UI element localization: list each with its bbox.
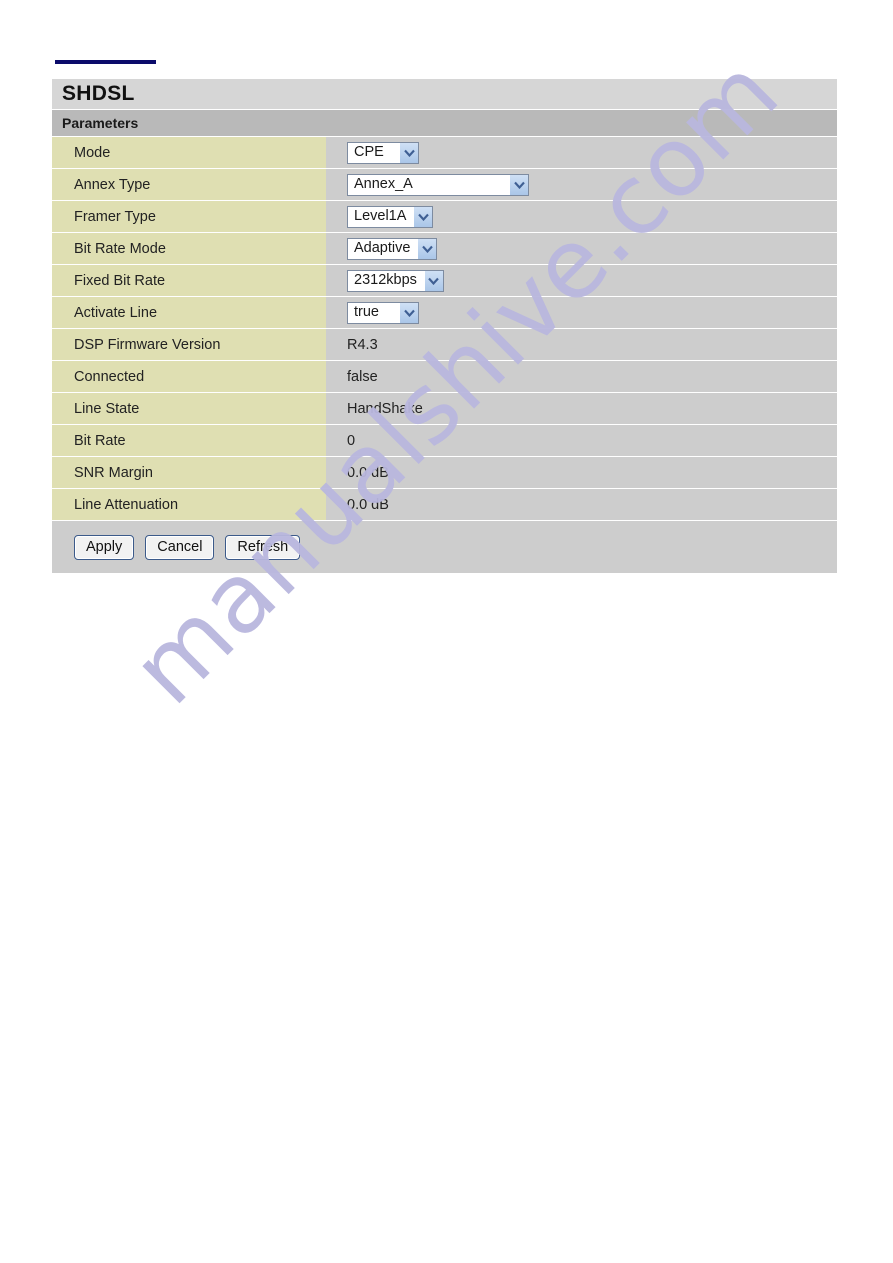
table-row-bit-rate-mode: Bit Rate Mode Adaptive [52,233,837,264]
row-label-line-attenuation: Line Attenuation [52,489,326,520]
shdsl-settings-panel: SHDSL Parameters Mode CPE Annex Type Annex_… [52,79,837,573]
parameters-table: Mode CPE Annex Type Annex_A Framer Type Level… [52,137,837,520]
table-row-fixed-bit-rate: Fixed Bit Rate 2312kbps [52,265,837,296]
row-label-bit-rate-mode: Bit Rate Mode [52,233,326,264]
select-framer-type[interactable]: Level1A [347,205,434,228]
chevron-down-icon[interactable] [509,174,528,195]
page-content: SHDSL Parameters Mode CPE Annex Type Annex_… [0,0,893,1263]
readonly-value-snr-margin: 0.0 dB [347,464,389,481]
table-row-annex-type: Annex Type Annex_A [52,169,837,200]
row-value-fixed-bit-rate: 2312kbps [326,265,837,296]
row-value-annex-type: Annex_A [326,169,837,200]
select-activate-line[interactable]: true [347,301,419,324]
apply-button[interactable]: Apply [74,534,135,560]
button-bar: Apply Cancel Refresh [52,521,837,573]
cancel-button[interactable]: Cancel [145,534,215,560]
row-value-line-attenuation: 0.0 dB [326,489,837,520]
chevron-down-icon[interactable] [399,142,418,163]
readonly-value-connected: false [347,368,378,385]
page-title: SHDSL [52,79,837,109]
table-row-framer-type: Framer Type Level1A [52,201,837,232]
chevron-down-icon[interactable] [399,302,418,323]
table-row-dsp-firmware-version: DSP Firmware Version R4.3 [52,329,837,360]
table-row-mode: Mode CPE [52,137,837,168]
row-label-snr-margin: SNR Margin [52,457,326,488]
chevron-down-icon[interactable] [417,238,437,259]
row-label-activate-line: Activate Line [52,297,326,328]
table-row-bit-rate: Bit Rate 0 [52,425,837,456]
row-label-line-state: Line State [52,393,326,424]
select-value-annex-type: Annex_A [354,176,413,193]
row-value-connected: false [326,361,837,392]
row-label-fixed-bit-rate: Fixed Bit Rate [52,265,326,296]
readonly-value-line-attenuation: 0.0 dB [347,496,389,513]
select-value-bit-rate-mode: Adaptive [354,240,411,257]
table-row-line-state: Line State HandShake [52,393,837,424]
readonly-value-dsp-firmware-version: R4.3 [347,336,378,353]
row-label-mode: Mode [52,137,326,168]
row-label-annex-type: Annex Type [52,169,326,200]
row-value-mode: CPE [326,137,837,168]
select-value-mode: CPE [354,144,384,161]
row-label-framer-type: Framer Type [52,201,326,232]
readonly-value-bit-rate: 0 [347,432,356,449]
row-value-activate-line: true [326,297,837,328]
accent-rule [55,60,156,64]
row-label-bit-rate: Bit Rate [52,425,326,456]
select-fixed-bit-rate[interactable]: 2312kbps [347,269,444,292]
chevron-down-icon[interactable] [413,206,433,227]
select-value-fixed-bit-rate: 2312kbps [354,272,417,289]
row-value-bit-rate: 0 [326,425,837,456]
row-value-snr-margin: 0.0 dB [326,457,837,488]
table-row-snr-margin: SNR Margin 0.0 dB [52,457,837,488]
refresh-button[interactable]: Refresh [225,534,301,560]
readonly-value-line-state: HandShake [347,400,423,417]
row-label-dsp-firmware-version: DSP Firmware Version [52,329,326,360]
select-value-activate-line: true [354,304,379,321]
table-row-line-attenuation: Line Attenuation 0.0 dB [52,489,837,520]
row-value-line-state: HandShake [326,393,837,424]
select-value-framer-type: Level1A [354,208,407,225]
row-label-connected: Connected [52,361,326,392]
select-annex-type[interactable]: Annex_A [347,173,529,196]
row-value-dsp-firmware-version: R4.3 [326,329,837,360]
row-value-framer-type: Level1A [326,201,837,232]
table-row-activate-line: Activate Line true [52,297,837,328]
table-row-connected: Connected false [52,361,837,392]
row-value-bit-rate-mode: Adaptive [326,233,837,264]
chevron-down-icon[interactable] [423,270,443,291]
select-bit-rate-mode[interactable]: Adaptive [347,237,438,260]
section-header-parameters: Parameters [52,110,837,136]
select-mode[interactable]: CPE [347,141,419,164]
